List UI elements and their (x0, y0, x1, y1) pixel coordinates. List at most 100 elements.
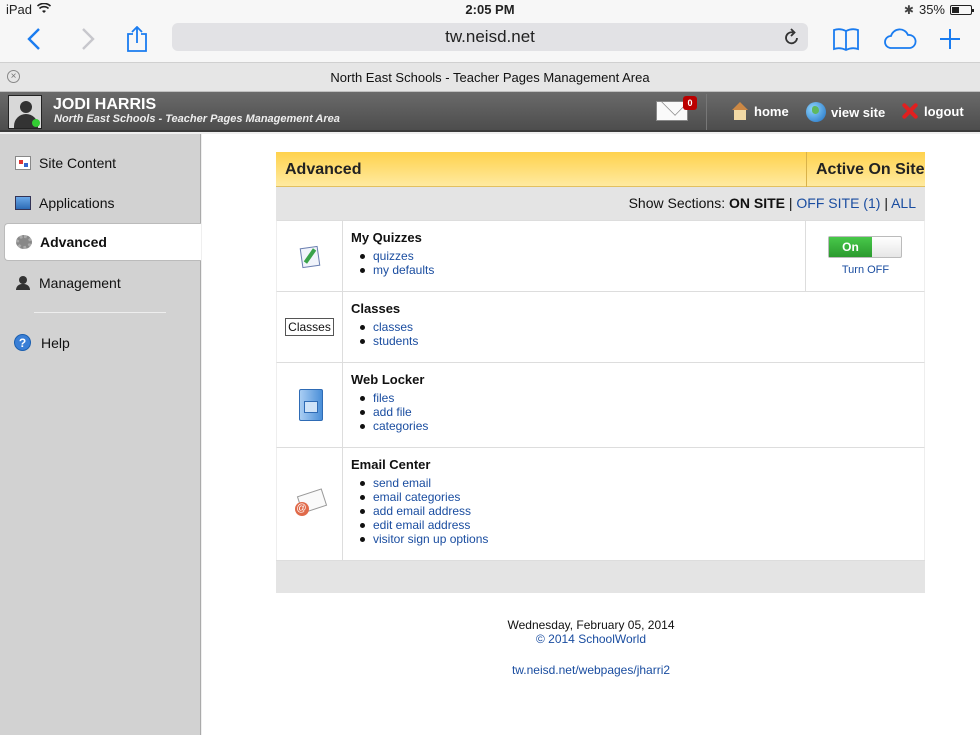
avatar-head (20, 101, 32, 113)
active-toggle-cell: On Turn OFF (805, 221, 924, 291)
section-links: send email email categories add email ad… (351, 476, 924, 546)
show-sections-label: Show Sections: (628, 195, 726, 211)
section-body: Web Locker files add file categories (351, 363, 924, 443)
email-icon (294, 490, 325, 518)
battery-icon (950, 4, 974, 15)
section-body: Classes classes students (351, 292, 924, 358)
tab-bar: × North East Schools - Teacher Pages Man… (0, 62, 980, 92)
section-web-locker: Web Locker files add file categories (276, 362, 925, 447)
gear-icon (16, 235, 32, 249)
active-toggle[interactable]: On (828, 236, 902, 258)
classes-icon: Classes (285, 318, 334, 336)
sidebar-item-label: Site Content (39, 155, 117, 171)
header-divider (706, 94, 707, 130)
link-students[interactable]: students (351, 334, 924, 348)
bluetooth-icon: ✱ (903, 2, 914, 17)
file-cabinet-icon (297, 389, 323, 421)
section-email-center: Email Center send email email categories… (276, 447, 925, 560)
logout-label: logout (924, 103, 964, 119)
footer-copyright[interactable]: © 2014 SchoolWorld (202, 632, 980, 646)
link-email-categories[interactable]: email categories (351, 490, 924, 504)
home-link[interactable]: home (731, 102, 789, 120)
link-add-file[interactable]: add file (351, 405, 924, 419)
help-icon: ? (14, 334, 31, 351)
sidebar-divider (34, 312, 166, 313)
turn-off-link[interactable]: Turn OFF (806, 264, 925, 276)
panel-header: Advanced Active On Site (276, 152, 925, 187)
sidebar-item-label: Applications (39, 195, 115, 211)
status-right: ✱ 35% (903, 2, 974, 17)
avatar[interactable] (8, 95, 42, 129)
filter-separator: | (788, 195, 793, 211)
address-bar[interactable]: tw.neisd.net (172, 23, 808, 51)
footer-date: Wednesday, February 05, 2014 (507, 618, 675, 632)
sidebar-item-advanced[interactable]: Advanced (4, 223, 201, 261)
globe-icon (806, 102, 826, 122)
section-title: Classes (351, 301, 401, 316)
home-label: home (754, 103, 789, 119)
url-text: tw.neisd.net (445, 27, 535, 46)
link-classes[interactable]: classes (351, 320, 924, 334)
filter-on-site[interactable]: ON SITE (729, 195, 785, 211)
sidebar-item-site-content[interactable]: Site Content (4, 144, 201, 182)
link-visitor-sign-up-options[interactable]: visitor sign up options (351, 532, 924, 546)
section-links: classes students (351, 320, 924, 348)
link-files[interactable]: files (351, 391, 924, 405)
locker-icon-cell (277, 363, 343, 447)
reload-icon[interactable] (784, 23, 800, 54)
link-edit-email-address[interactable]: edit email address (351, 518, 924, 532)
logout-link[interactable]: logout (901, 102, 964, 120)
filter-all-link[interactable]: ALL (891, 195, 916, 211)
share-icon[interactable] (125, 24, 149, 54)
link-categories[interactable]: categories (351, 419, 924, 433)
link-add-email-address[interactable]: add email address (351, 504, 924, 518)
show-sections-bar: Show Sections: ON SITE | OFF SITE (1) | … (276, 187, 925, 220)
quiz-icon (299, 245, 321, 267)
applications-icon (15, 196, 31, 210)
toggle-on-label: On (829, 237, 872, 257)
battery-percent: 35% (918, 2, 945, 17)
cloud-tabs-icon[interactable] (883, 24, 917, 54)
advanced-panel: Advanced Active On Site Show Sections: O… (276, 152, 925, 593)
section-links: files add file categories (351, 391, 924, 433)
user-name: JODI HARRIS (53, 96, 157, 113)
email-icon-cell (277, 448, 343, 560)
app-header: JODI HARRIS North East Schools - Teacher… (0, 92, 980, 132)
page-footer: Wednesday, February 05, 2014 © 2014 Scho… (202, 618, 980, 677)
link-send-email[interactable]: send email (351, 476, 924, 490)
tab-title[interactable]: North East Schools - Teacher Pages Manag… (0, 70, 980, 85)
browser-toolbar: tw.neisd.net (0, 20, 980, 62)
mail-count-badge: 0 (683, 96, 697, 110)
panel-footer (276, 560, 925, 593)
back-icon[interactable] (22, 24, 46, 54)
active-on-site-header: Active On Site (806, 152, 925, 187)
section-body: Email Center send email email categories… (351, 448, 924, 556)
new-tab-icon[interactable] (938, 24, 962, 54)
classes-icon-cell: Classes (277, 292, 343, 362)
logout-x-icon (901, 102, 919, 120)
status-time: 2:05 PM (465, 2, 515, 17)
help-label: Help (41, 334, 70, 351)
home-icon (731, 102, 749, 120)
ios-status-bar: iPad 2:05 PM ✱ 35% (0, 0, 980, 20)
sidebar-item-management[interactable]: Management (4, 264, 201, 302)
bookmarks-icon[interactable] (832, 24, 860, 54)
section-title: Email Center (351, 457, 431, 472)
online-indicator (32, 119, 40, 127)
view-site-label: view site (831, 104, 886, 120)
section-classes: Classes Classes classes students (276, 291, 925, 362)
site-content-icon (15, 156, 31, 170)
view-site-link[interactable]: view site (806, 102, 885, 122)
sidebar: Site Content Applications Advanced Manag… (0, 134, 201, 735)
sidebar-item-help[interactable]: ? Help (14, 334, 70, 351)
panel-title: Advanced (285, 161, 362, 178)
footer-url[interactable]: tw.neisd.net/webpages/jharri2 (202, 663, 980, 677)
forward-icon[interactable] (76, 24, 100, 54)
filter-separator: | (884, 195, 888, 211)
sidebar-item-label: Management (39, 275, 121, 291)
sidebar-item-label: Advanced (40, 234, 107, 250)
filter-off-site-link[interactable]: OFF SITE (1) (796, 195, 880, 211)
sidebar-item-applications[interactable]: Applications (4, 184, 201, 222)
header-subtitle: North East Schools - Teacher Pages Manag… (54, 113, 340, 125)
section-title: Web Locker (351, 372, 425, 387)
